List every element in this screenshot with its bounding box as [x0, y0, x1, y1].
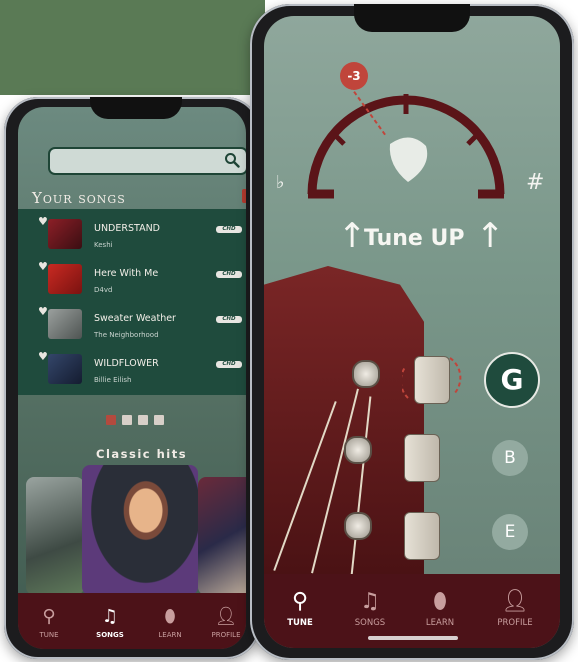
- album-cover: [48, 264, 82, 294]
- music-note-icon: ♫: [101, 606, 119, 627]
- heart-icon[interactable]: ♥: [38, 260, 48, 273]
- chord-badge: CHD: [216, 316, 242, 323]
- background-block: [0, 0, 265, 95]
- nav-label: TUNE: [287, 618, 313, 628]
- chord-badge: CHD: [216, 271, 242, 278]
- up-arrow-icon: ↑: [476, 216, 505, 256]
- nav-profile[interactable]: 👤︎ PROFILE: [490, 589, 540, 629]
- list-item[interactable]: ♥ UNDERSTAND Keshi CHD: [18, 209, 246, 253]
- up-arrow-icon: ↑: [338, 216, 367, 256]
- artist-photo-featured[interactable]: [82, 465, 198, 595]
- person-icon: 👤︎: [501, 589, 529, 614]
- song-title: Here With Me: [94, 268, 159, 279]
- nav-label: LEARN: [158, 631, 182, 639]
- tuning-fork-icon: ⚲: [42, 606, 56, 627]
- nav-learn[interactable]: ⬮ LEARN: [150, 606, 190, 640]
- nav-label: PROFILE: [497, 618, 533, 628]
- tuner-key[interactable]: [404, 434, 440, 482]
- album-cover: [48, 309, 82, 339]
- song-list: ♥ UNDERSTAND Keshi CHD ♥ Here With Me D4…: [18, 209, 246, 395]
- song-artist: Billie Eilish: [94, 376, 132, 384]
- list-item[interactable]: ♥ WILDFLOWER Billie Eilish CHD: [18, 344, 246, 388]
- tune-instruction: ↑ Tune UP ↑: [338, 214, 505, 268]
- classic-hits-heading: Classic hits: [96, 447, 188, 461]
- home-indicator: [368, 636, 458, 640]
- guitar-pick-indicator: [389, 137, 428, 182]
- nav-tune[interactable]: ⚲ TUNE: [32, 606, 66, 640]
- nav-label: PROFILE: [211, 631, 241, 639]
- flat-symbol: ♭: [276, 172, 285, 193]
- cents-offset-badge: -3: [340, 62, 368, 90]
- list-item[interactable]: ♥ Here With Me D4vd CHD: [18, 254, 246, 298]
- chord-badge: CHD: [216, 361, 242, 368]
- string-note-g-button[interactable]: G: [484, 352, 540, 408]
- search-input[interactable]: [48, 147, 246, 175]
- nav-label: SONGS: [354, 618, 386, 628]
- tuning-fork-icon: ⚲: [291, 589, 309, 614]
- tuner-screen: -3 ♭ # ↑ Tune UP ↑ G B E ⚲ TUNE ♫ SONGS …: [264, 16, 560, 648]
- tuner-dial: [307, 85, 505, 199]
- song-artist: Keshi: [94, 241, 113, 249]
- heart-icon[interactable]: ♥: [38, 305, 48, 318]
- guitar-pick-icon: ⬮: [433, 589, 447, 614]
- nav-songs[interactable]: ♫ SONGS: [348, 589, 392, 629]
- person-icon: 👤︎: [214, 606, 238, 627]
- bottom-nav: ⚲ TUNE ♫ SONGS ⬮ LEARN 👤︎ PROFILE: [18, 593, 246, 649]
- nav-songs[interactable]: ♫ SONGS: [90, 606, 130, 640]
- sharp-symbol: #: [526, 170, 545, 195]
- album-cover: [48, 219, 82, 249]
- artist-photo[interactable]: [198, 477, 246, 595]
- song-title: WILDFLOWER: [94, 358, 159, 369]
- page-dot[interactable]: [122, 415, 132, 425]
- nav-tune[interactable]: ⚲ TUNE: [278, 589, 322, 629]
- page-dot-active[interactable]: [106, 415, 116, 425]
- your-songs-heading: Your songs: [32, 189, 126, 207]
- song-title: UNDERSTAND: [94, 223, 160, 234]
- song-artist: The Neighborhood: [94, 331, 159, 339]
- rotate-arrow-icon: [402, 357, 462, 399]
- string-note-e-button[interactable]: E: [492, 514, 528, 550]
- notch: [90, 97, 182, 119]
- songs-screen: Your songs ♥ UNDERSTAND Keshi CHD ♥ Here…: [18, 107, 246, 649]
- list-item[interactable]: ♥ Sweater Weather The Neighborhood CHD: [18, 299, 246, 343]
- song-artist: D4vd: [94, 286, 113, 294]
- tuning-peg: [344, 436, 372, 464]
- heart-icon[interactable]: ♥: [38, 350, 48, 363]
- page-dot[interactable]: [138, 415, 148, 425]
- heart-icon[interactable]: ♥: [38, 215, 48, 228]
- song-title: Sweater Weather: [94, 313, 176, 324]
- search-icon[interactable]: [224, 152, 240, 168]
- music-note-icon: ♫: [360, 589, 380, 614]
- artist-photo[interactable]: [26, 477, 84, 595]
- filter-icon[interactable]: [242, 189, 246, 203]
- album-cover: [48, 354, 82, 384]
- notch: [354, 4, 470, 32]
- nav-profile[interactable]: 👤︎ PROFILE: [206, 606, 246, 640]
- nav-learn[interactable]: ⬮ LEARN: [418, 589, 462, 629]
- tuner-key[interactable]: [404, 512, 440, 560]
- page-indicator: [106, 410, 170, 429]
- string-note-b-button[interactable]: B: [492, 440, 528, 476]
- nav-label: SONGS: [96, 631, 124, 639]
- chord-badge: CHD: [216, 226, 242, 233]
- tune-label: Tune UP: [364, 226, 465, 251]
- nav-label: TUNE: [39, 631, 59, 639]
- phone-tuner-screen: -3 ♭ # ↑ Tune UP ↑ G B E ⚲ TUNE ♫ SONGS …: [250, 4, 574, 660]
- page-dot[interactable]: [154, 415, 164, 425]
- tuning-peg: [344, 512, 372, 540]
- nav-label: LEARN: [425, 618, 455, 628]
- guitar-pick-icon: ⬮: [164, 606, 176, 627]
- phone-songs-screen: Your songs ♥ UNDERSTAND Keshi CHD ♥ Here…: [4, 97, 260, 659]
- tuning-peg: [352, 360, 380, 388]
